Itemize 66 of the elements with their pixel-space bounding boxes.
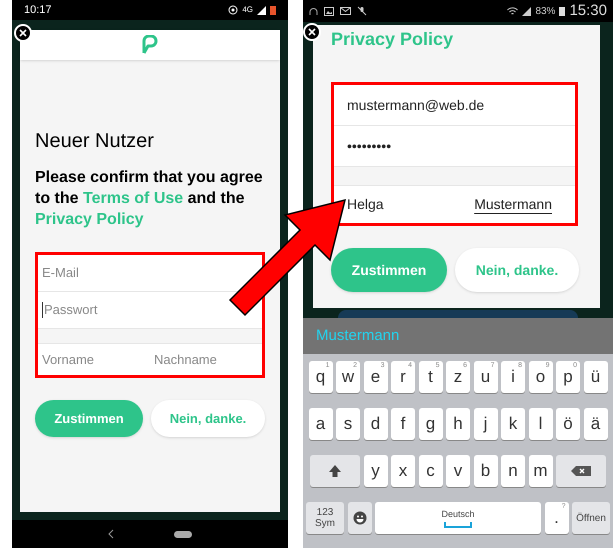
- muted-microphone-icon: [357, 6, 367, 16]
- keyboard-key[interactable]: v: [446, 455, 470, 487]
- battery-percentage: 83%: [535, 4, 556, 18]
- signal-icon: [522, 6, 532, 16]
- keyboard-key[interactable]: x: [391, 455, 415, 487]
- smiley-icon: [352, 511, 366, 525]
- dialog-heading: Privacy Policy: [331, 28, 454, 51]
- keyboard-key[interactable]: g: [418, 408, 442, 440]
- battery-icon: [270, 5, 276, 15]
- text-field[interactable]: •••••••••: [334, 126, 575, 167]
- image-icon: [324, 6, 334, 16]
- keyboard-key[interactable]: ü: [584, 361, 608, 393]
- keyboard-key[interactable]: a: [308, 408, 332, 440]
- keyboard-key[interactable]: f: [391, 408, 415, 440]
- field-placeholder: Passwort: [44, 301, 98, 320]
- close-icon: [308, 28, 316, 36]
- keyboard-key[interactable]: n: [501, 455, 525, 487]
- wifi-icon: [507, 6, 518, 16]
- back-icon: [108, 529, 114, 539]
- keyboard-key[interactable]: d: [364, 408, 388, 440]
- dialog-heading: Neuer Nutzer: [35, 129, 155, 154]
- keyboard-key[interactable]: j: [474, 408, 498, 440]
- headphones-icon: [309, 6, 318, 16]
- text-field[interactable]: mustermann@web.de: [334, 85, 575, 126]
- keyboard-key[interactable]: y: [364, 455, 388, 487]
- open-key[interactable]: Öffnen: [572, 502, 610, 534]
- battery-icon: [559, 6, 566, 16]
- up-arrow-icon: [328, 464, 342, 478]
- mail-icon: [340, 7, 351, 15]
- status-time: 15:30: [569, 0, 607, 21]
- field-placeholder: E-Mail: [42, 264, 79, 282]
- keyboard-key[interactable]: ä: [584, 408, 608, 440]
- emoji-key[interactable]: [348, 502, 372, 534]
- symbols-key[interactable]: 123 Sym: [306, 502, 344, 534]
- close-button[interactable]: [303, 23, 321, 41]
- keyboard-key[interactable]: l: [528, 408, 552, 440]
- keyboard-key[interactable]: k: [501, 408, 525, 440]
- keyboard-key[interactable]: h: [446, 408, 470, 440]
- text-field[interactable]: Passwort: [38, 292, 262, 329]
- key-label: 123: [316, 507, 334, 518]
- name-field[interactable]: Nachname: [150, 344, 262, 375]
- signal-icon: [257, 6, 266, 14]
- name-field[interactable]: Helga: [347, 194, 384, 215]
- text-field[interactable]: E-Mail: [38, 255, 262, 292]
- keyboard-key[interactable]: c: [418, 455, 442, 487]
- speech-bubble-logo-icon: [141, 35, 159, 55]
- backspace-key[interactable]: [556, 455, 606, 487]
- shift-key[interactable]: [310, 455, 360, 487]
- keyboard-key[interactable]: s: [336, 408, 360, 440]
- language-label: Deutsch: [441, 508, 475, 522]
- keyboard-key[interactable]: m: [528, 455, 552, 487]
- network-label: 4G: [242, 4, 253, 16]
- keyboard-key[interactable]: b: [474, 455, 498, 487]
- close-button[interactable]: [14, 24, 32, 42]
- space-key[interactable]: Deutsch: [375, 502, 541, 534]
- backspace-icon: [571, 466, 591, 476]
- name-field[interactable]: Mustermann: [474, 194, 552, 215]
- key-sublabel: Sym: [315, 518, 335, 529]
- home-pill-icon: [174, 530, 192, 538]
- name-field[interactable]: Vorname: [38, 344, 150, 375]
- target-icon: [228, 5, 238, 15]
- space-bar-icon: [444, 522, 472, 528]
- status-time: 10:17: [24, 2, 52, 18]
- keyboard-key[interactable]: ö: [556, 408, 580, 440]
- consent-text: Please confirm that you agree to the Terms of Use and the Privacy Policy: [35, 168, 264, 230]
- close-icon: [19, 29, 27, 37]
